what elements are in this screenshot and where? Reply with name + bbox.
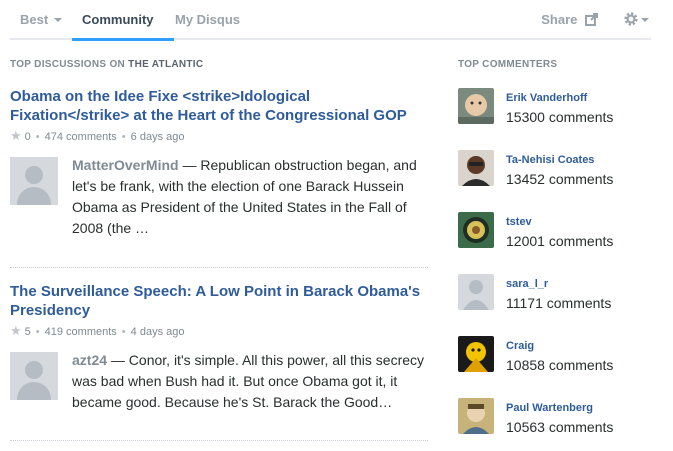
commenter-count: 10858 comments [506,357,614,373]
commenter-count: 10563 comments [506,419,614,435]
avatar[interactable] [10,157,58,205]
comment-body: — Conor, it's simple. All this power, al… [72,352,425,410]
tab-best[interactable]: Best [20,12,63,27]
separator: • [35,326,40,338]
discussion-age: 6 days ago [130,131,185,143]
chevron-down-icon [641,18,649,22]
active-tab-indicator [72,38,174,41]
share-label: Share [541,12,578,27]
star-icon[interactable]: ★ [10,323,22,338]
like-count: 0 [24,131,31,143]
commenter-item[interactable]: Ta-Nehisi Coates 13452 comments [458,150,658,190]
avatar[interactable] [458,398,494,434]
commenter-name[interactable]: tstev [506,216,532,228]
comment-preview[interactable]: MatterOverMind — Republican obstruction … [10,155,428,239]
comment-count[interactable]: 419 comments [45,326,117,338]
commenter-count: 12001 comments [506,233,614,249]
tab-community[interactable]: Community [82,12,154,27]
avatar[interactable] [458,88,494,124]
comment-text: MatterOverMind — Republican obstruction … [72,155,428,239]
discussion-item: Obama on the Idee Fixe <strike>Idologica… [10,87,428,239]
commenter-name[interactable]: Paul Wartenberg [506,402,593,414]
share-button[interactable]: Share [541,12,599,27]
separator: • [121,326,126,338]
top-nav: Best Community My Disqus Share [10,0,651,41]
separator: • [35,131,40,143]
tab-best-label: Best [20,12,49,27]
avatar[interactable] [458,336,494,372]
divider [10,440,428,441]
discussion-meta: ★ 5 • 419 comments • 4 days ago [10,323,428,339]
settings-button[interactable] [623,11,651,29]
discussion-title[interactable]: Obama on the Idee Fixe <strike>Idologica… [10,87,428,125]
top-discussions-prefix: Top Discussions on [10,59,126,70]
comment-text: azt24 — Conor, it's simple. All this pow… [72,350,428,413]
commenter-item[interactable]: Paul Wartenberg 10563 comments [458,398,658,438]
commenter-name[interactable]: Ta-Nehisi Coates [506,154,594,166]
commenter-name[interactable]: Craig [506,340,534,352]
avatar[interactable] [10,352,58,400]
avatar[interactable] [458,150,494,186]
chevron-down-icon [54,18,63,22]
commenter-item[interactable]: tstev 12001 comments [458,212,658,252]
top-commenters-header: Top Commenters [458,59,558,70]
share-icon [585,13,598,26]
commenter-count: 13452 comments [506,171,614,187]
comment-count[interactable]: 474 comments [45,131,117,143]
commenter-name[interactable]: Erik Vanderhoff [506,92,587,104]
comment-author[interactable]: MatterOverMind [72,157,179,173]
tab-my-disqus[interactable]: My Disqus [175,12,240,27]
discussion-item: The Surveillance Speech: A Low Point in … [10,282,428,413]
top-discussions-header: Top Discussions on The Atlantic [10,59,203,70]
commenter-name[interactable]: sara_l_r [506,278,548,290]
site-name: The Atlantic [128,59,204,70]
commenter-item[interactable]: Craig 10858 comments [458,336,658,376]
separator: • [121,131,126,143]
divider [10,267,428,268]
commenter-item[interactable]: Erik Vanderhoff 15300 comments [458,88,658,128]
commenter-count: 15300 comments [506,109,614,125]
discussion-meta: ★ 0 • 474 comments • 6 days ago [10,128,428,144]
like-count: 5 [24,326,31,338]
star-icon[interactable]: ★ [10,128,22,143]
commenter-item[interactable]: sara_l_r 11171 comments [458,274,658,314]
discussion-title[interactable]: The Surveillance Speech: A Low Point in … [10,282,428,320]
commenter-count: 11171 comments [506,295,612,311]
avatar[interactable] [458,274,494,310]
discussion-age: 4 days ago [130,326,185,338]
comment-author[interactable]: azt24 [72,352,107,368]
avatar[interactable] [458,212,494,248]
comment-preview[interactable]: azt24 — Conor, it's simple. All this pow… [10,350,428,413]
gear-icon [624,12,638,26]
